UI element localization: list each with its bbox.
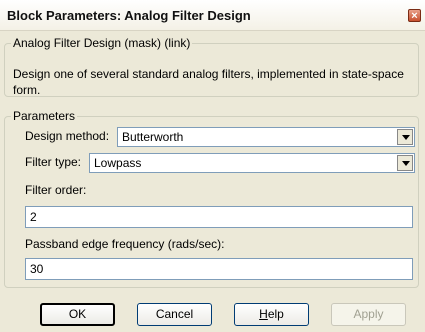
help-mnemonic: H	[259, 307, 268, 321]
filter-type-value: Lowpass	[94, 156, 142, 170]
help-button[interactable]: Help	[234, 303, 309, 326]
mask-description-group: Analog Filter Design (mask) (link) Desig…	[4, 36, 419, 97]
filter-order-label: Filter order:	[25, 183, 87, 197]
parameters-group: Parameters Design method: Butterworth Fi…	[4, 109, 419, 288]
mask-description: Design one of several standard analog fi…	[13, 67, 404, 97]
design-method-label: Design method:	[25, 129, 110, 143]
filter-order-field[interactable]: 2	[25, 206, 413, 228]
design-method-select[interactable]: Butterworth	[117, 127, 415, 147]
mask-group-legend: Analog Filter Design (mask) (link)	[11, 36, 193, 50]
parameters-legend: Parameters	[11, 109, 78, 123]
chevron-down-icon[interactable]	[397, 155, 413, 171]
close-icon[interactable]: ×	[408, 9, 421, 22]
ok-button[interactable]: OK	[40, 303, 115, 326]
design-method-value: Butterworth	[122, 130, 184, 144]
title-bar: Block Parameters: Analog Filter Design ×	[0, 0, 425, 31]
apply-button[interactable]: Apply	[331, 303, 406, 326]
passband-frequency-field[interactable]: 30	[25, 258, 413, 280]
filter-type-label: Filter type:	[25, 155, 82, 169]
window-title: Block Parameters: Analog Filter Design	[7, 8, 251, 23]
chevron-down-icon[interactable]	[397, 129, 413, 145]
filter-type-select[interactable]: Lowpass	[89, 153, 415, 173]
help-label-rest: elp	[267, 307, 284, 321]
passband-label: Passband edge frequency (rads/sec):	[25, 237, 225, 251]
cancel-button[interactable]: Cancel	[137, 303, 212, 326]
